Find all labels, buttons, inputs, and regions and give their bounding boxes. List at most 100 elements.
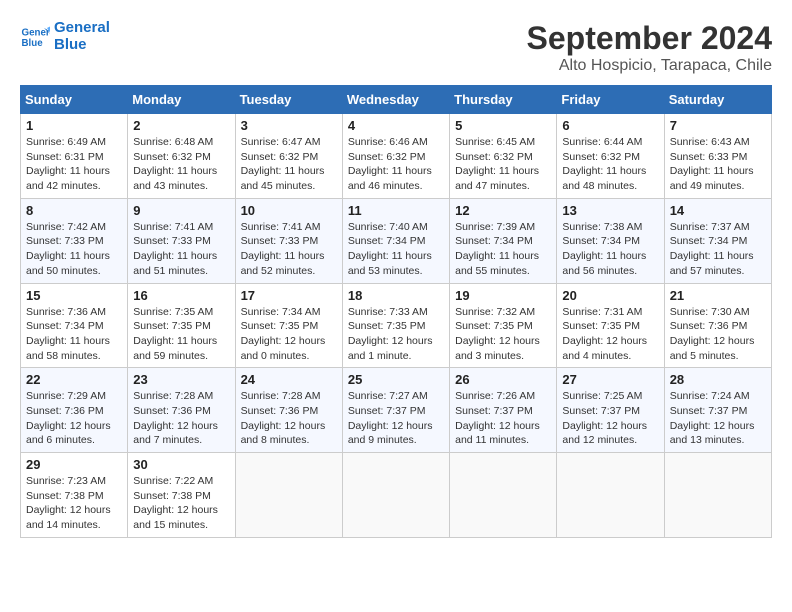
logo-line1: General bbox=[54, 20, 110, 37]
table-row bbox=[342, 453, 449, 538]
day-number: 6 bbox=[562, 118, 658, 133]
day-number: 14 bbox=[670, 203, 766, 218]
day-info: Sunrise: 7:39 AMSunset: 7:34 PMDaylight:… bbox=[455, 221, 539, 277]
day-number: 21 bbox=[670, 288, 766, 303]
day-info: Sunrise: 6:44 AMSunset: 6:32 PMDaylight:… bbox=[562, 136, 646, 192]
header: General Blue General Blue September 2024… bbox=[20, 20, 772, 75]
table-row: 25 Sunrise: 7:27 AMSunset: 7:37 PMDayligh… bbox=[342, 368, 449, 453]
day-number: 20 bbox=[562, 288, 658, 303]
table-row: 5Sunrise: 6:45 AMSunset: 6:32 PMDaylight… bbox=[450, 114, 557, 199]
day-info: Sunrise: 7:29 AMSunset: 7:36 PMDaylight:… bbox=[26, 390, 111, 446]
day-info: Sunrise: 6:48 AMSunset: 6:32 PMDaylight:… bbox=[133, 136, 217, 192]
table-row: 26Sunrise: 7:26 AMSunset: 7:37 PMDayligh… bbox=[450, 368, 557, 453]
day-info: Sunrise: 7:35 AMSunset: 7:35 PMDaylight:… bbox=[133, 306, 217, 362]
calendar-row: 8Sunrise: 7:42 AMSunset: 7:33 PMDaylight… bbox=[21, 198, 772, 283]
day-number: 3 bbox=[241, 118, 337, 133]
table-row: 28 Sunrise: 7:24 AMSunset: 7:37 PMDayligh… bbox=[664, 368, 771, 453]
day-info: Sunrise: 6:47 AMSunset: 6:32 PMDaylight:… bbox=[241, 136, 325, 192]
calendar-row: 29 Sunrise: 7:23 AMSunset: 7:38 PMDayligh… bbox=[21, 453, 772, 538]
day-number: 11 bbox=[348, 203, 444, 218]
day-number: 15 bbox=[26, 288, 122, 303]
day-info: Sunrise: 7:27 AMSunset: 7:37 PMDaylight:… bbox=[348, 390, 433, 446]
table-row: 8Sunrise: 7:42 AMSunset: 7:33 PMDaylight… bbox=[21, 198, 128, 283]
header-sunday: Sunday bbox=[21, 86, 128, 114]
logo-icon: General Blue bbox=[20, 22, 50, 52]
calendar-row: 15 Sunrise: 7:36 AMSunset: 7:34 PMDayligh… bbox=[21, 283, 772, 368]
day-info: Sunrise: 7:25 AMSunset: 7:37 PMDaylight:… bbox=[562, 390, 647, 446]
logo-line2: Blue bbox=[54, 37, 110, 54]
day-number: 28 bbox=[670, 372, 766, 387]
day-number: 16 bbox=[133, 288, 229, 303]
header-friday: Friday bbox=[557, 86, 664, 114]
day-number: 19 bbox=[455, 288, 551, 303]
day-info: Sunrise: 7:36 AMSunset: 7:34 PMDaylight:… bbox=[26, 306, 110, 362]
header-wednesday: Wednesday bbox=[342, 86, 449, 114]
header-monday: Monday bbox=[128, 86, 235, 114]
table-row: 7 Sunrise: 6:43 AMSunset: 6:33 PMDaylight… bbox=[664, 114, 771, 199]
day-number: 29 bbox=[26, 457, 122, 472]
day-info: Sunrise: 6:43 AMSunset: 6:33 PMDaylight:… bbox=[670, 136, 754, 192]
day-number: 23 bbox=[133, 372, 229, 387]
calendar-row: 1Sunrise: 6:49 AMSunset: 6:31 PMDaylight… bbox=[21, 114, 772, 199]
table-row: 14 Sunrise: 7:37 AMSunset: 7:34 PMDayligh… bbox=[664, 198, 771, 283]
calendar-subtitle: Alto Hospicio, Tarapaca, Chile bbox=[527, 57, 772, 75]
day-info: Sunrise: 7:41 AMSunset: 7:33 PMDaylight:… bbox=[133, 221, 217, 277]
title-section: September 2024 Alto Hospicio, Tarapaca, … bbox=[527, 20, 772, 75]
table-row: 12 Sunrise: 7:39 AMSunset: 7:34 PMDayligh… bbox=[450, 198, 557, 283]
day-number: 24 bbox=[241, 372, 337, 387]
table-row: 18 Sunrise: 7:33 AMSunset: 7:35 PMDayligh… bbox=[342, 283, 449, 368]
day-number: 22 bbox=[26, 372, 122, 387]
table-row: 13Sunrise: 7:38 AMSunset: 7:34 PMDayligh… bbox=[557, 198, 664, 283]
table-row: 17 Sunrise: 7:34 AMSunset: 7:35 PMDayligh… bbox=[235, 283, 342, 368]
table-row: 16 Sunrise: 7:35 AMSunset: 7:35 PMDayligh… bbox=[128, 283, 235, 368]
day-info: Sunrise: 7:38 AMSunset: 7:34 PMDaylight:… bbox=[562, 221, 646, 277]
day-info: Sunrise: 7:24 AMSunset: 7:37 PMDaylight:… bbox=[670, 390, 755, 446]
day-number: 10 bbox=[241, 203, 337, 218]
table-row bbox=[450, 453, 557, 538]
day-number: 12 bbox=[455, 203, 551, 218]
table-row: 2 Sunrise: 6:48 AMSunset: 6:32 PMDaylight… bbox=[128, 114, 235, 199]
table-row: 30Sunrise: 7:22 AMSunset: 7:38 PMDayligh… bbox=[128, 453, 235, 538]
day-info: Sunrise: 7:30 AMSunset: 7:36 PMDaylight:… bbox=[670, 306, 755, 362]
day-info: Sunrise: 7:34 AMSunset: 7:35 PMDaylight:… bbox=[241, 306, 326, 362]
table-row: 20Sunrise: 7:31 AMSunset: 7:35 PMDayligh… bbox=[557, 283, 664, 368]
table-row: 9 Sunrise: 7:41 AMSunset: 7:33 PMDaylight… bbox=[128, 198, 235, 283]
day-info: Sunrise: 7:22 AMSunset: 7:38 PMDaylight:… bbox=[133, 475, 218, 531]
day-info: Sunrise: 7:32 AMSunset: 7:35 PMDaylight:… bbox=[455, 306, 540, 362]
day-number: 2 bbox=[133, 118, 229, 133]
day-info: Sunrise: 7:28 AMSunset: 7:36 PMDaylight:… bbox=[241, 390, 326, 446]
table-row: 22 Sunrise: 7:29 AMSunset: 7:36 PMDayligh… bbox=[21, 368, 128, 453]
day-info: Sunrise: 7:28 AMSunset: 7:36 PMDaylight:… bbox=[133, 390, 218, 446]
day-info: Sunrise: 7:33 AMSunset: 7:35 PMDaylight:… bbox=[348, 306, 433, 362]
day-number: 5 bbox=[455, 118, 551, 133]
day-number: 18 bbox=[348, 288, 444, 303]
day-number: 4 bbox=[348, 118, 444, 133]
table-row: 21 Sunrise: 7:30 AMSunset: 7:36 PMDayligh… bbox=[664, 283, 771, 368]
day-number: 27 bbox=[562, 372, 658, 387]
table-row: 19 Sunrise: 7:32 AMSunset: 7:35 PMDayligh… bbox=[450, 283, 557, 368]
table-row: 11 Sunrise: 7:40 AMSunset: 7:34 PMDayligh… bbox=[342, 198, 449, 283]
day-info: Sunrise: 7:41 AMSunset: 7:33 PMDaylight:… bbox=[241, 221, 325, 277]
table-row: 6 Sunrise: 6:44 AMSunset: 6:32 PMDaylight… bbox=[557, 114, 664, 199]
day-info: Sunrise: 7:40 AMSunset: 7:34 PMDaylight:… bbox=[348, 221, 432, 277]
day-number: 9 bbox=[133, 203, 229, 218]
day-number: 25 bbox=[348, 372, 444, 387]
day-number: 17 bbox=[241, 288, 337, 303]
day-number: 1 bbox=[26, 118, 122, 133]
header-saturday: Saturday bbox=[664, 86, 771, 114]
day-info: Sunrise: 7:23 AMSunset: 7:38 PMDaylight:… bbox=[26, 475, 111, 531]
table-row bbox=[557, 453, 664, 538]
table-row: 3 Sunrise: 6:47 AMSunset: 6:32 PMDaylight… bbox=[235, 114, 342, 199]
table-row: 29 Sunrise: 7:23 AMSunset: 7:38 PMDayligh… bbox=[21, 453, 128, 538]
table-row: 10 Sunrise: 7:41 AMSunset: 7:33 PMDayligh… bbox=[235, 198, 342, 283]
svg-text:Blue: Blue bbox=[22, 38, 44, 49]
day-number: 7 bbox=[670, 118, 766, 133]
calendar-row: 22 Sunrise: 7:29 AMSunset: 7:36 PMDayligh… bbox=[21, 368, 772, 453]
day-info: Sunrise: 7:37 AMSunset: 7:34 PMDaylight:… bbox=[670, 221, 754, 277]
table-row: 1Sunrise: 6:49 AMSunset: 6:31 PMDaylight… bbox=[21, 114, 128, 199]
calendar-table: Sunday Monday Tuesday Wednesday Thursday… bbox=[20, 85, 772, 538]
table-row bbox=[235, 453, 342, 538]
table-row: 27 Sunrise: 7:25 AMSunset: 7:37 PMDayligh… bbox=[557, 368, 664, 453]
table-row: 4Sunrise: 6:46 AMSunset: 6:32 PMDaylight… bbox=[342, 114, 449, 199]
logo: General Blue General Blue bbox=[20, 20, 110, 53]
